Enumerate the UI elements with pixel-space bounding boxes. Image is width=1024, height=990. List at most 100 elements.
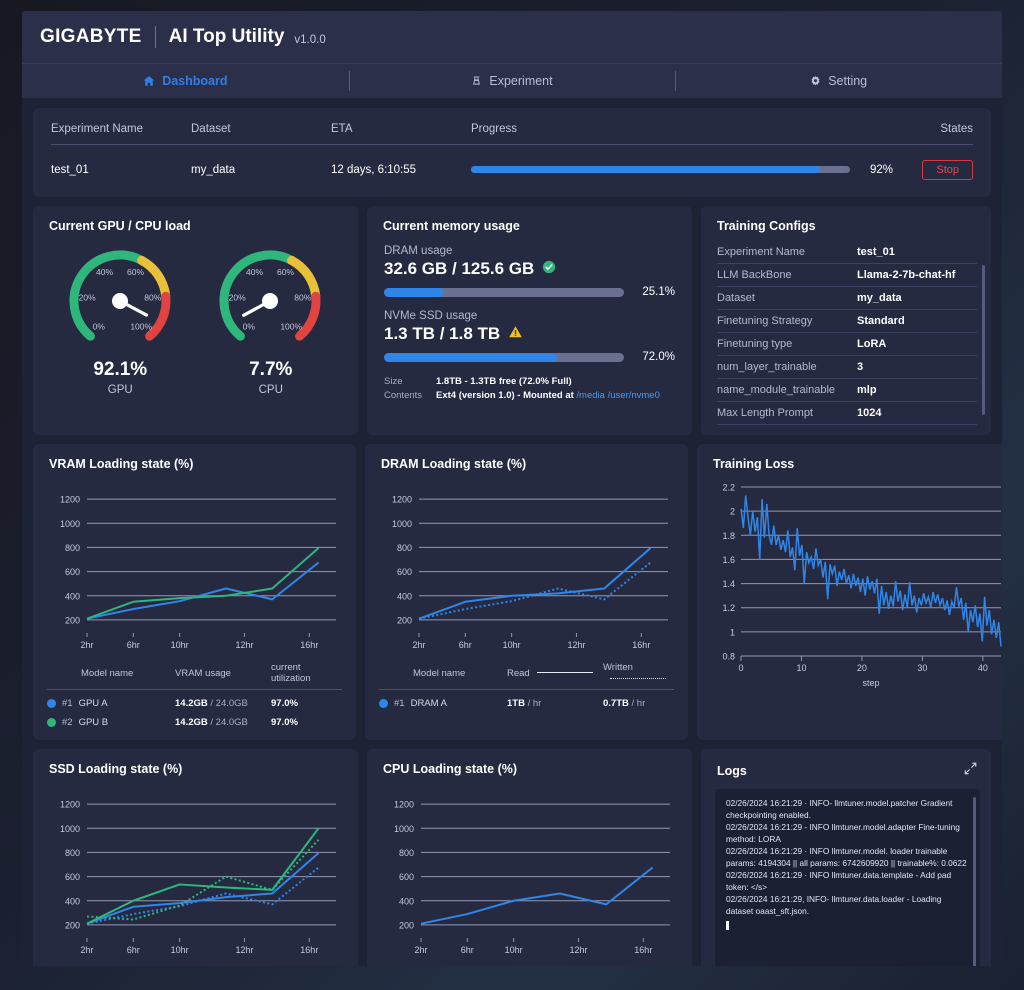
config-key: name_module_trainable — [717, 384, 836, 396]
gpu-cpu-load-panel: Current GPU / CPU load 0% 20% 40% 60% 80% 100… — [33, 206, 358, 435]
svg-text:400: 400 — [65, 591, 80, 601]
cell-experiment-name: test_01 — [51, 163, 89, 176]
config-value: mlp — [857, 384, 877, 396]
training-configs-list: Experiment Name test_01 LLM BackBone Llama-… — [701, 233, 991, 435]
storage-size-row: Size 1.8TB - 1.3TB free (72.0% Full) — [384, 375, 675, 389]
svg-text:200: 200 — [65, 920, 80, 930]
tab-dashboard[interactable]: Dashboard — [22, 64, 349, 98]
dram-usage-value: 32.6 GB / 125.6 GB — [384, 259, 675, 279]
svg-text:12hr: 12hr — [567, 640, 585, 650]
legend-color-dot — [47, 718, 56, 727]
legend-label: GPU A — [78, 698, 108, 709]
config-key: Max Length Prompt — [717, 407, 813, 419]
ssd-percent-label: 72.0% — [642, 351, 675, 363]
title-bar: GIGABYTE AI Top Utility v1.0.0 — [22, 11, 1002, 63]
gauge-group: 0% 20% 40% 60% 80% 100% 92.1% GPU 0% 20% 40% 60% 80%… — [33, 233, 358, 412]
cell-eta: 12 days, 6:10:55 — [331, 163, 417, 176]
ssd-usage-value: 1.3 TB / 1.8 TB — [384, 324, 675, 344]
gauge-gpu: 0% 20% 40% 60% 80% 100% 92.1% GPU — [58, 243, 183, 396]
svg-text:2hr: 2hr — [80, 640, 93, 650]
svg-text:10hr: 10hr — [171, 640, 189, 650]
dram-progress-fill — [384, 287, 445, 297]
legend-label: GPU B — [78, 717, 109, 728]
brand-divider — [154, 26, 156, 48]
gauge-label-cpu: CPU — [258, 384, 283, 396]
legend-col-2: Read — [507, 668, 603, 679]
legend-col-model: Model name — [81, 667, 134, 679]
storage-details: Size 1.8TB - 1.3TB free (72.0% Full) Cont… — [384, 375, 675, 404]
cpu-chart: 200 400 600 800 1000 1200 2hr 6hr 10hr 12hr 16hr — [367, 776, 692, 966]
svg-text:10hr: 10hr — [505, 945, 523, 955]
tab-experiment[interactable]: Experiment — [348, 64, 676, 98]
mount-path-link[interactable]: /media /user/nvme0 — [576, 390, 659, 401]
svg-text:10: 10 — [796, 663, 806, 673]
svg-text:1.8: 1.8 — [722, 531, 735, 541]
stop-button[interactable]: Stop — [922, 159, 973, 180]
ssd-loading-panel: SSD Loading state (%) 200 400 600 800 1000 12… — [33, 749, 358, 966]
charts-row-1: VRAM Loading state (%) 200 400 600 800 1000 1… — [33, 444, 1002, 740]
svg-text:100%: 100% — [130, 321, 152, 331]
memory-usage-body: DRAM usage 32.6 GB / 125.6 GB 25.1% NVMe… — [367, 233, 692, 418]
svg-text:1200: 1200 — [60, 495, 80, 505]
ssd-usage-label: NVMe SSD usage — [384, 310, 478, 322]
svg-text:200: 200 — [397, 615, 412, 625]
cell-states: Stop — [893, 159, 973, 180]
storage-size-value: 1.8TB - 1.3TB free (72.0% Full) — [436, 376, 572, 387]
legend-col-3: Written — [603, 662, 674, 684]
logs-scrollbar[interactable] — [973, 797, 976, 966]
table-row[interactable]: test_01 my_data 12 days, 6:10:55 92% Sto… — [51, 145, 973, 183]
legend-value-2: 14.2GB / 24.0GB — [175, 698, 248, 709]
config-value: 3 — [857, 361, 864, 373]
svg-text:600: 600 — [397, 567, 412, 577]
legend-col-3: current utilization — [271, 662, 311, 684]
svg-text:0.8: 0.8 — [722, 652, 735, 662]
svg-text:12hr: 12hr — [569, 945, 587, 955]
svg-text:1200: 1200 — [60, 800, 80, 810]
nav-bar: Dashboard Experiment Setting — [22, 63, 1002, 98]
legend-row: #1 GPU A 14.2GB / 24.0GB 97.0% — [47, 690, 342, 709]
gear-icon — [810, 75, 821, 87]
svg-text:0%: 0% — [243, 321, 256, 331]
dram-usage-label: DRAM usage — [384, 245, 453, 257]
svg-text:600: 600 — [65, 567, 80, 577]
svg-text:0: 0 — [738, 663, 743, 673]
experiment-table-panel: Experiment Name Dataset ETA Progress Sta… — [33, 108, 991, 197]
svg-text:1200: 1200 — [394, 800, 414, 810]
cell-progress: 92% — [471, 164, 893, 176]
svg-text:20%: 20% — [229, 293, 246, 303]
ssd-progress-fill — [384, 352, 557, 362]
logs-output[interactable]: 02/26/2024 16:21:29 · INFO- llmtuner.mod… — [715, 789, 980, 966]
svg-text:1000: 1000 — [394, 824, 414, 834]
experiment-table-header: Experiment Name Dataset ETA Progress Sta… — [51, 117, 973, 145]
legend-label: DRAM A — [410, 698, 448, 709]
gauge-label-gpu: GPU — [107, 384, 133, 396]
config-row: Dataset my_data — [717, 287, 977, 310]
charts-row-2: SSD Loading state (%) 200 400 600 800 1000 12… — [33, 749, 991, 966]
check-circle-icon — [542, 259, 556, 279]
log-line: 02/26/2024 16:21:29, INFO- llmtuner.data… — [726, 894, 942, 917]
svg-text:1000: 1000 — [60, 824, 80, 834]
expand-diagonal-icon[interactable] — [964, 762, 977, 780]
svg-text:40%: 40% — [246, 267, 263, 277]
log-line: 02/26/2024 16:21:29 · INFO- llmtuner.mod… — [726, 798, 953, 821]
tab-setting[interactable]: Setting — [675, 64, 1002, 98]
cell-dataset: my_data — [191, 163, 236, 176]
legend-header: Model name Read Written — [379, 662, 674, 690]
vram-chart-legend: Model name VRAM usage current utilization #… — [33, 662, 356, 740]
legend-col-model: Model name — [413, 667, 466, 679]
log-line: 02/26/2024 16:21:29 · INFO llmtuner.data… — [726, 870, 952, 893]
svg-text:400: 400 — [397, 591, 412, 601]
legend-series-name: #1 GPU A — [47, 698, 175, 709]
config-key: LLM BackBone — [717, 269, 792, 281]
svg-text:6hr: 6hr — [461, 945, 474, 955]
svg-text:80%: 80% — [144, 293, 161, 303]
configs-scrollbar[interactable] — [982, 265, 985, 415]
legend-value-3: 0.7TB / hr — [603, 698, 646, 709]
svg-text:6hr: 6hr — [127, 945, 140, 955]
legend-value-3: 97.0% — [271, 717, 298, 728]
svg-text:20: 20 — [857, 663, 867, 673]
training-configs-panel: Training Configs Experiment Name test_01 L… — [701, 206, 991, 435]
legend-value-2: 1TB / hr — [507, 698, 542, 709]
svg-text:100%: 100% — [281, 321, 303, 331]
home-icon — [143, 75, 155, 87]
